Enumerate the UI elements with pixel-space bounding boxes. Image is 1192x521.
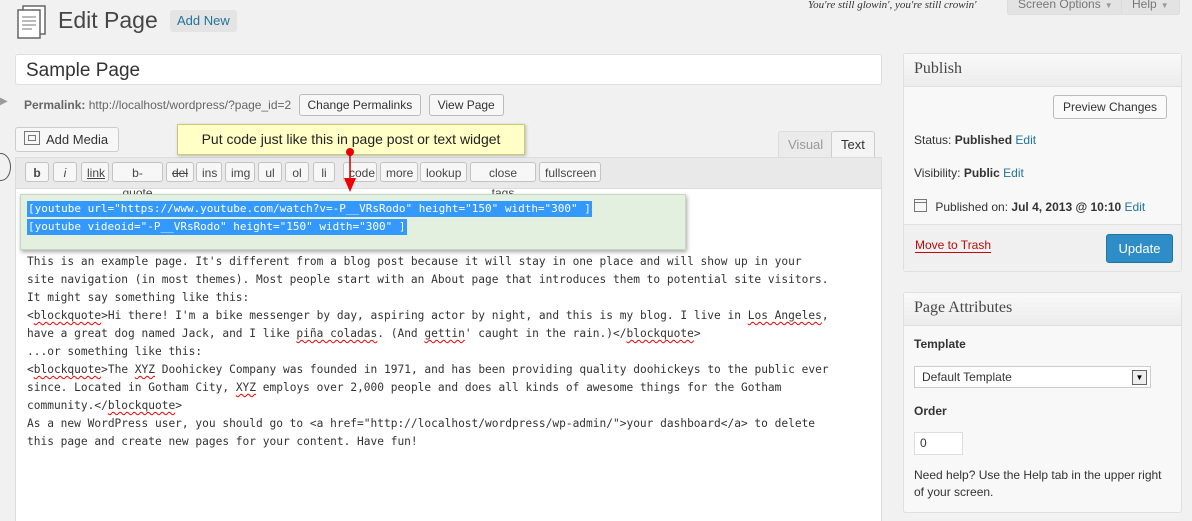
quicktag-ul-button[interactable]: ul [258, 162, 282, 182]
quicktag-italic-button[interactable]: i [53, 162, 77, 182]
content-tag: blockquote [107, 399, 176, 412]
permalink-row: Permalink: http://localhost/wordpress/?p… [24, 94, 504, 116]
quicktag-img-button[interactable]: img [225, 162, 255, 182]
template-select[interactable]: Default Template ▼ [914, 366, 1151, 388]
visibility-label: Visibility: [914, 166, 961, 180]
permalink-label: Permalink: [24, 98, 86, 112]
content-text: < [27, 363, 34, 376]
preview-changes-button[interactable]: Preview Changes [1053, 95, 1168, 119]
quicktag-lookup-button[interactable]: lookup [420, 162, 467, 182]
media-icon [24, 131, 40, 145]
content-text: ' caught in the rain.)</ [464, 327, 627, 340]
visibility-edit-link[interactable]: Edit [1003, 166, 1024, 180]
shortcode-line-url: [youtube url="https://www.youtube.com/wa… [27, 201, 592, 217]
order-input[interactable]: 0 [914, 432, 963, 455]
content-tag: blockquote [33, 363, 102, 376]
status-label: Status: [914, 133, 952, 147]
quicktag-close-tags-button[interactable]: close tags [470, 162, 536, 200]
content-tag: blockquote [33, 309, 102, 322]
screen-options-tab[interactable]: Screen Options ▼ [1007, 0, 1124, 15]
add-new-button[interactable]: Add New [170, 10, 237, 32]
content-spelling: XYZ [134, 363, 156, 376]
quicktag-bold-button[interactable]: b [25, 162, 49, 182]
shortcode-example-box: [youtube url="https://www.youtube.com/wa… [20, 194, 686, 250]
content-spelling: piña coladas [296, 327, 378, 340]
content-paragraph: This is an example page. It's different … [27, 255, 829, 304]
content-spelling: Los Angeles [747, 309, 822, 322]
quicktag-li-button[interactable]: li [313, 162, 335, 182]
help-tab[interactable]: Help ▼ [1121, 0, 1180, 15]
chevron-down-icon: ▼ [1104, 1, 1113, 10]
quicktag-ol-button[interactable]: ol [285, 162, 309, 182]
quicktags-toolbar: b i link b-quote del ins img ul ol li co… [16, 158, 881, 200]
quicktag-more-button[interactable]: more [380, 162, 418, 182]
add-media-button[interactable]: Add Media [15, 127, 120, 152]
tab-text[interactable]: Text [831, 131, 875, 158]
visibility-row: Visibility: Public Edit [914, 166, 1024, 180]
content-text: >Hi there! I'm a bike messenger by day, … [101, 309, 748, 322]
post-title-input[interactable]: Sample Page [15, 54, 882, 85]
visibility-value: Public [963, 166, 1000, 180]
published-on-edit-link[interactable]: Edit [1125, 200, 1146, 214]
quicktag-fullscreen-button[interactable]: fullscreen [539, 162, 601, 182]
tab-visual[interactable]: Visual [778, 131, 834, 158]
quicktag-bquote-button[interactable]: b-quote [112, 162, 163, 200]
shortcode-line-videoid: [youtube videoid="-P__VRsRodo" height="1… [27, 219, 407, 235]
chevron-down-icon[interactable]: ▼ [1132, 370, 1147, 385]
screen-options-label: Screen Options [1018, 0, 1101, 11]
content-text: >The [101, 363, 135, 376]
quicktag-ins-button[interactable]: ins [196, 162, 222, 182]
move-to-trash-link[interactable]: Move to Trash [915, 238, 992, 253]
content-text: > [175, 399, 182, 412]
red-arrow-icon [344, 148, 356, 192]
calendar-icon [914, 199, 927, 212]
status-row: Status: Published Edit [914, 133, 1036, 147]
template-value: Default Template [922, 370, 1012, 384]
publish-heading: Publish [904, 54, 1181, 87]
quicktag-link-button[interactable]: link [81, 162, 109, 182]
published-on-row: Published on: Jul 4, 2013 @ 10:10 Edit [914, 199, 1145, 214]
content-tag: blockquote [626, 327, 694, 340]
change-permalinks-button[interactable]: Change Permalinks [298, 94, 422, 116]
tagline: You're still glowin', you're still crowi… [808, 0, 977, 11]
update-button[interactable]: Update [1106, 234, 1173, 263]
editor-content[interactable]: This is an example page. It's different … [27, 253, 875, 451]
circle-marker [0, 153, 11, 181]
help-label: Help [1132, 0, 1157, 11]
quicktag-del-button[interactable]: del [166, 162, 194, 182]
content-spelling: XYZ [235, 381, 257, 394]
page-title: Edit Page [58, 7, 158, 33]
published-on-label: Published on: [935, 200, 1009, 214]
status-value: Published [954, 133, 1013, 147]
published-on-value: Jul 4, 2013 @ 10:10 [1011, 200, 1122, 214]
permalink-url[interactable]: http://localhost/wordpress/?page_id=2 [89, 98, 291, 112]
content-text: < [27, 309, 34, 322]
collapse-arrow-icon: ▶ [0, 96, 8, 107]
content-paragraph: As a new WordPress user, you should go t… [27, 417, 816, 448]
add-media-label: Add Media [46, 132, 109, 147]
page-icon [17, 5, 46, 39]
content-text: ...or something like this: [27, 345, 203, 358]
order-label: Order [914, 404, 947, 418]
content-text: > [693, 327, 701, 340]
help-text: Need help? Use the Help tab in the upper… [914, 468, 1162, 499]
status-edit-link[interactable]: Edit [1015, 133, 1036, 147]
view-page-button[interactable]: View Page [428, 94, 504, 116]
page-attributes-heading: Page Attributes [904, 293, 1181, 326]
content-spelling: gettin [424, 327, 465, 340]
chevron-down-icon: ▼ [1160, 1, 1169, 10]
template-label: Template [914, 337, 966, 351]
content-text: . (And [377, 327, 425, 340]
